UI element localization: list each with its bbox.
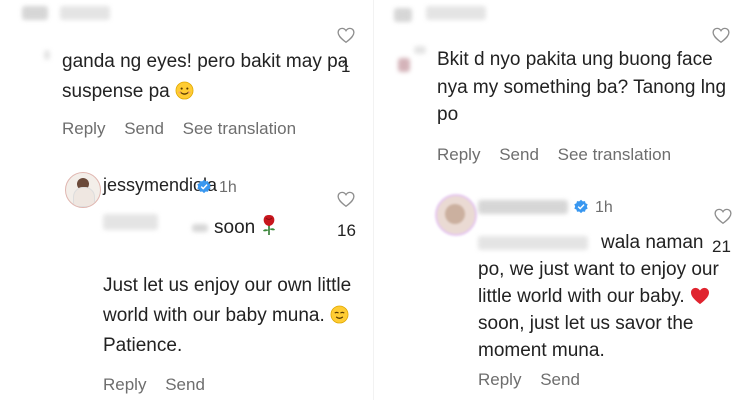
verified-badge-icon <box>574 199 588 214</box>
rose-icon <box>263 215 276 235</box>
verified-badge-icon <box>197 179 211 194</box>
reply-button[interactable]: Reply <box>103 375 146 394</box>
comment-text: nya my something ba? Tanong lng <box>437 77 727 98</box>
redacted-username <box>22 6 48 20</box>
reply-text: Just let us enjoy our own little <box>103 275 352 296</box>
comment-text: po <box>437 104 459 125</box>
reply-button[interactable]: Reply <box>62 119 105 138</box>
timestamp: 1h <box>219 179 237 196</box>
like-heart-icon[interactable] <box>337 191 355 208</box>
reply-text: little world with our baby. <box>478 285 710 309</box>
send-button[interactable]: Send <box>499 145 539 164</box>
redacted-avatar <box>44 50 50 60</box>
avatar[interactable] <box>65 172 101 208</box>
red-heart-icon <box>690 287 709 305</box>
like-count: 16 <box>337 221 356 240</box>
comment-text: suspense pa <box>62 80 194 104</box>
comment-text: Bkit d nyo pakita ung buong face <box>437 49 713 70</box>
timestamp: 1h <box>595 199 613 216</box>
comment-text: ganda ng eyes! pero bakit may pa <box>62 51 349 72</box>
redacted-username <box>426 6 486 20</box>
reply-button[interactable]: Reply <box>478 370 521 389</box>
see-translation-button[interactable]: See translation <box>558 145 671 164</box>
reply-text: wala naman <box>601 232 704 253</box>
panel-divider <box>373 0 374 400</box>
reply-text: soon <box>214 214 278 240</box>
see-translation-button[interactable]: See translation <box>183 119 296 138</box>
reply-text: world with our baby muna. <box>103 304 349 328</box>
redacted-username <box>60 6 110 20</box>
redacted-avatar <box>414 46 426 54</box>
reply-text: soon, just let us savor the <box>478 313 694 334</box>
reply-button[interactable]: Reply <box>437 145 480 164</box>
reply-text: Patience. <box>103 335 183 356</box>
like-heart-icon[interactable] <box>714 208 732 225</box>
like-count: 1 <box>341 57 351 76</box>
send-button[interactable]: Send <box>124 119 164 138</box>
reply-text: moment muna. <box>478 340 605 361</box>
like-count: 21 <box>712 237 731 256</box>
redacted-avatar <box>398 58 410 72</box>
like-heart-icon[interactable] <box>712 27 730 44</box>
relieved-face-icon <box>330 305 349 324</box>
reply-text: po, we just want to enjoy our <box>478 259 719 280</box>
redacted-mention <box>192 224 208 232</box>
redacted-avatar <box>394 8 412 22</box>
redacted-mention <box>103 214 158 230</box>
like-heart-icon[interactable] <box>337 27 355 44</box>
redacted-username <box>478 200 568 214</box>
right-comment-panel: Bkit d nyo pakita ung buong face nya my … <box>378 0 750 400</box>
send-button[interactable]: Send <box>540 370 580 389</box>
send-button[interactable]: Send <box>165 375 205 394</box>
redacted-mention <box>478 236 588 250</box>
left-comment-panel: ganda ng eyes! pero bakit may pa suspens… <box>0 0 370 400</box>
smiling-face-icon <box>175 81 194 100</box>
avatar[interactable] <box>435 194 477 236</box>
